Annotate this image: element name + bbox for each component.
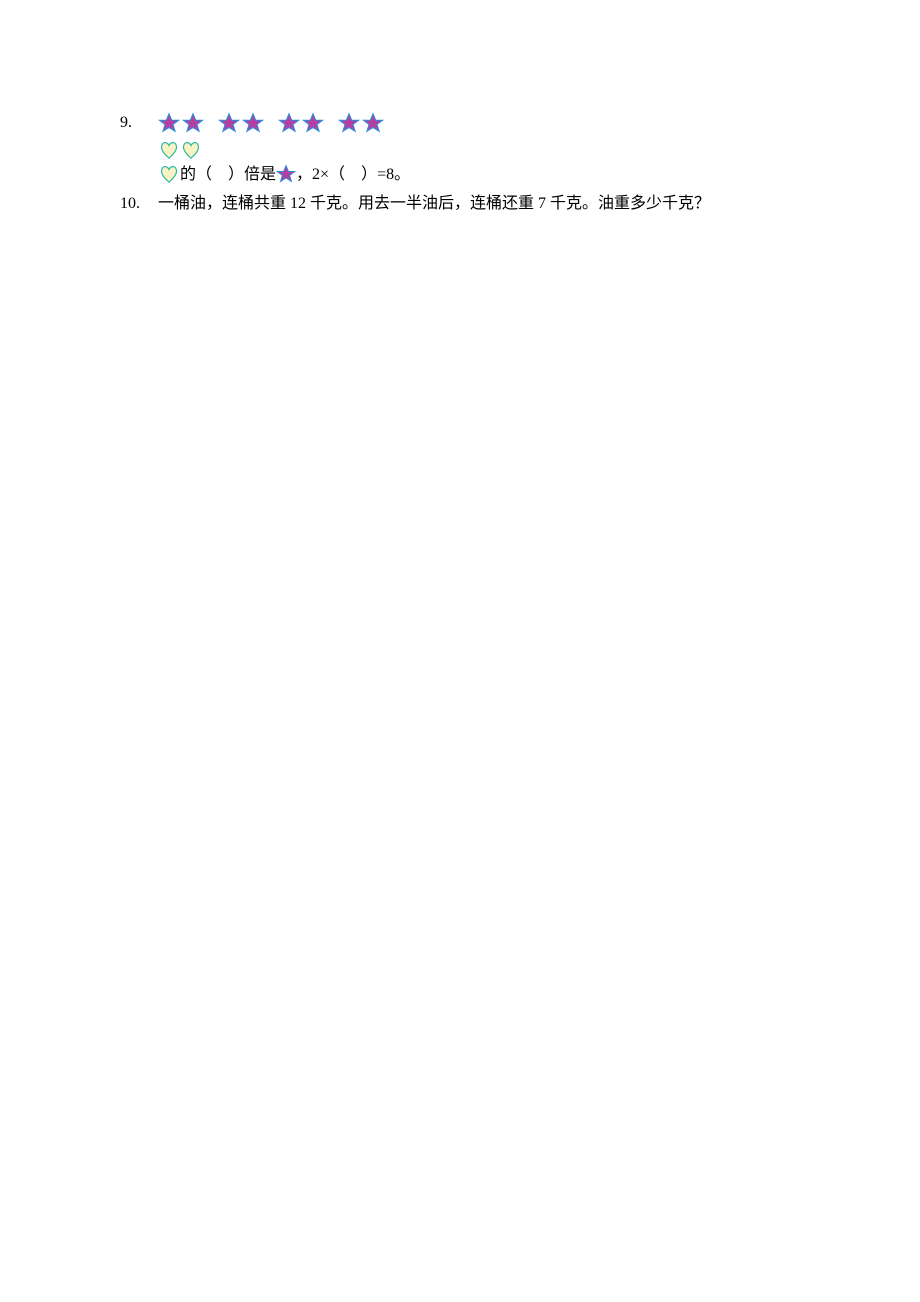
question-9-row: 9. [120, 110, 820, 136]
hearts-row [158, 140, 820, 160]
star-icon [218, 112, 240, 134]
question-10-row: 10. 一桶油，连桶共重 12 千克。用去一半油后，连桶还重 7 千克。油重多少… [120, 191, 820, 217]
fill-text-3: ，2×（ [296, 162, 345, 188]
star-icon [158, 112, 180, 134]
heart-icon [180, 140, 202, 160]
fill-text-4: ）=8。 [361, 162, 410, 188]
fill-blank-1[interactable] [212, 162, 228, 188]
question-9-number: 9. [120, 110, 158, 136]
heart-icon [158, 140, 180, 160]
star-group [278, 112, 324, 134]
star-icon [242, 112, 264, 134]
fill-text-2: ）倍是 [228, 162, 276, 188]
fill-text-1: 的（ [180, 162, 212, 188]
star-group [158, 112, 204, 134]
question-10-number: 10. [120, 191, 158, 217]
star-icon [338, 112, 360, 134]
star-group [218, 112, 264, 134]
star-icon [276, 164, 296, 184]
star-icon [182, 112, 204, 134]
question-10-text: 一桶油，连桶共重 12 千克。用去一半油后，连桶还重 7 千克。油重多少千克？ [158, 191, 820, 217]
star-icon [278, 112, 300, 134]
question-9-fill-line: 的（ ）倍是 ，2×（ ）=8。 [158, 162, 820, 188]
heart-icon [158, 164, 180, 184]
fill-blank-2[interactable] [345, 162, 361, 188]
star-groups-container [158, 112, 384, 134]
star-group [338, 112, 384, 134]
star-icon [302, 112, 324, 134]
star-icon [362, 112, 384, 134]
